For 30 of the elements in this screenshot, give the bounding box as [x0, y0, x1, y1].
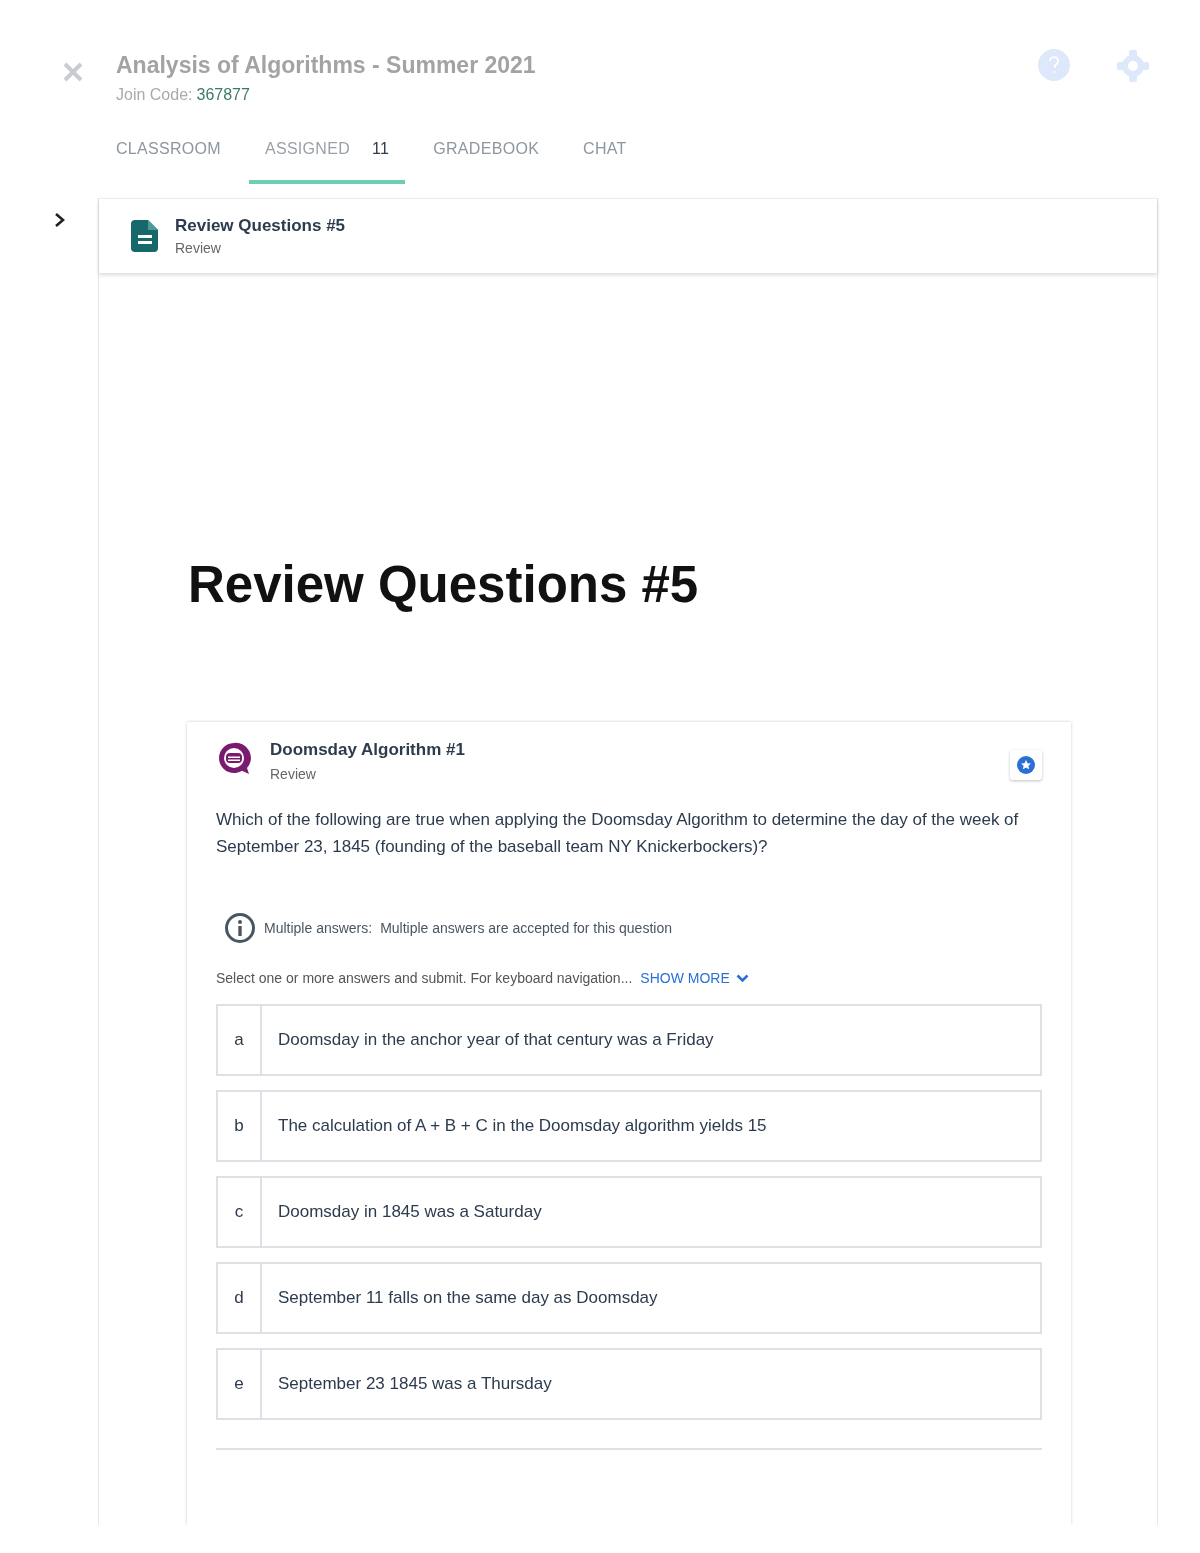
question-prompt: Which of the following are true when applying the Doomsday Algorithm to determine the day of the week of September 23, 1845 (founding of the baseball team NY Knickerbockers)? [216, 809, 1020, 858]
course-title: Analysis of Algorithms - Summer 2021 [116, 52, 536, 79]
join-code: 367877 [196, 86, 250, 104]
close-icon[interactable] [62, 61, 84, 83]
chevron-right-icon[interactable] [53, 212, 67, 228]
settings-icon[interactable] [1116, 49, 1150, 83]
bookmark-button[interactable] [1010, 750, 1042, 780]
answer-option[interactable]: d September 11 falls on the same day as Doomsday [216, 1262, 1042, 1334]
answer-option[interactable]: a Doomsday in the anchor year of that century was a Friday [216, 1004, 1042, 1076]
info-text: Multiple answers are accepted for this question [380, 920, 672, 936]
question-type: Review [270, 766, 317, 782]
answer-option[interactable]: e September 23 1845 was a Thursday [216, 1348, 1042, 1420]
assignment-card[interactable]: Review Questions #5 Review [99, 198, 1157, 273]
info-label: Multiple answers: [264, 920, 373, 936]
answer-option[interactable]: c Doomsday in 1845 was a Saturday [216, 1176, 1042, 1248]
star-badge-icon [1017, 756, 1035, 774]
assignment-type: Review [175, 240, 222, 256]
assignment-title: Review Questions #5 [175, 216, 346, 236]
page-heading: Review Questions #5 [188, 559, 700, 610]
help-icon[interactable] [1038, 49, 1070, 81]
answer-option[interactable]: b The calculation of A + B + C in the Doomsday algorithm yields 15 [216, 1090, 1042, 1162]
instructions: Select one or more answers and submit. For keyboard navigation... [216, 970, 633, 986]
question-title: Doomsday Algorithm #1 [270, 740, 465, 760]
chat-bubble-icon [216, 740, 252, 776]
document-icon [131, 219, 159, 253]
show-more-link[interactable]: SHOW MORE [640, 970, 749, 986]
chevron-down-icon [735, 973, 749, 983]
join-code-label: Join Code: [116, 86, 193, 104]
info-icon [224, 912, 256, 944]
tab[interactable]: ASSIGNED 11 [248, 138, 406, 184]
